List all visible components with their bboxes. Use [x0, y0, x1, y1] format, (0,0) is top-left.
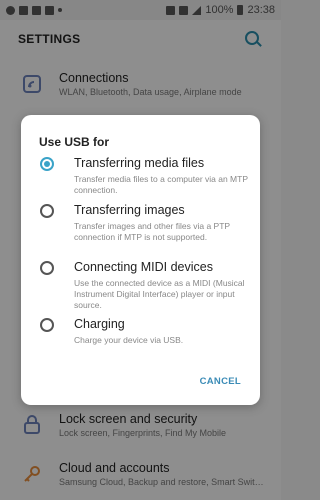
option-label: Transferring images [74, 203, 185, 217]
cancel-button[interactable]: CANCEL [200, 376, 241, 387]
option-description: Transfer images and other files via a PT… [74, 221, 230, 242]
radio-charging[interactable] [40, 318, 54, 332]
usb-dialog: Use USB for Transferring media files Tra… [21, 115, 260, 405]
radio-media-files[interactable] [40, 157, 54, 171]
option-label: Charging [74, 317, 125, 331]
radio-midi[interactable] [40, 261, 54, 275]
option-description: Use the connected device as a MIDI (Musi… [74, 278, 245, 310]
option-description: Charge your device via USB. [74, 335, 184, 345]
option-label: Connecting MIDI devices [74, 260, 213, 274]
radio-images[interactable] [40, 204, 54, 218]
option-description: Transfer media files to a computer via a… [74, 174, 248, 195]
option-label: Transferring media files [74, 156, 205, 170]
dialog-title: Use USB for [39, 135, 110, 149]
